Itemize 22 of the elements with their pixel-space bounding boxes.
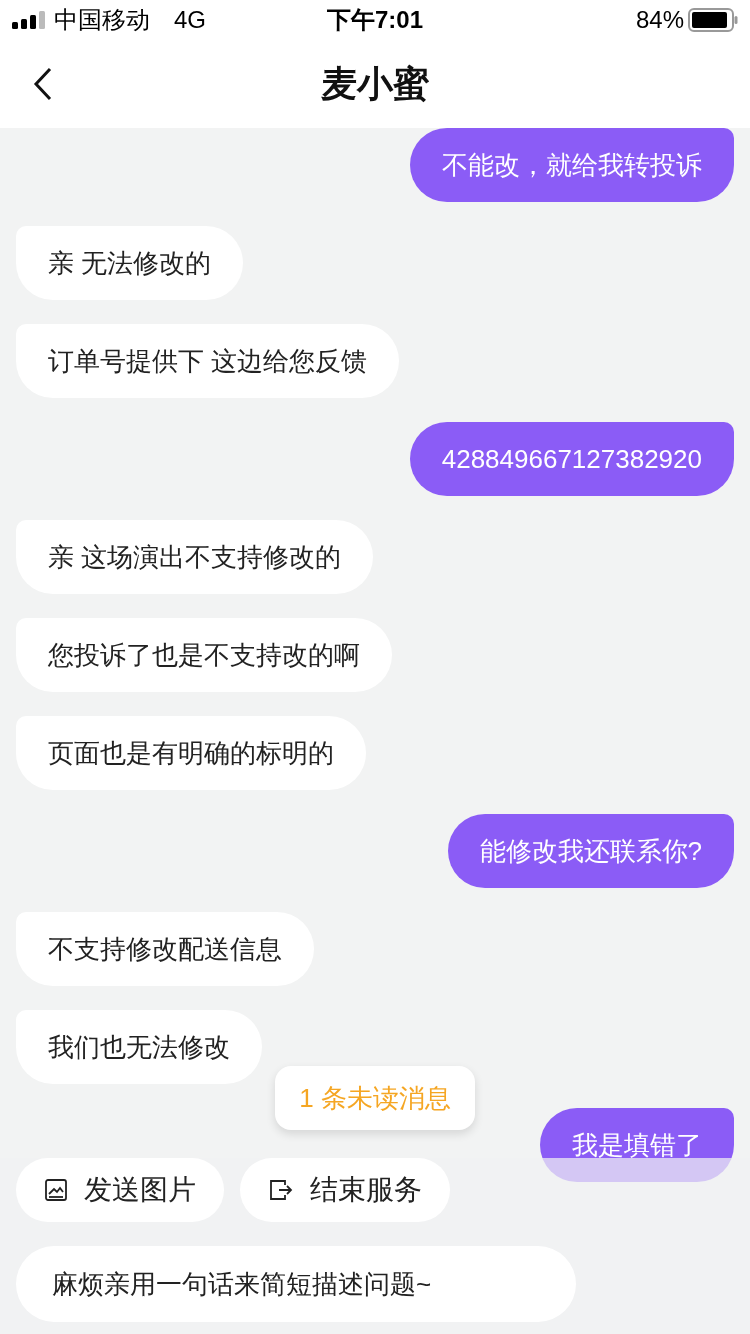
message-input[interactable]: 麻烦亲用一句话来简短描述问题~ xyxy=(16,1246,576,1322)
quick-action-button[interactable]: 结束服务 xyxy=(240,1158,450,1222)
agent-message: 我们也无法修改 xyxy=(16,1010,262,1084)
agent-message: 订单号提供下 这边给您反馈 xyxy=(16,324,400,398)
quick-action-button[interactable]: 发送图片 xyxy=(16,1158,224,1222)
agent-message: 亲 无法修改的 xyxy=(16,226,244,300)
user-message: 能修改我还联系你? xyxy=(447,814,734,888)
agent-message: 不支持修改配送信息 xyxy=(16,912,314,986)
battery-icon xyxy=(688,8,738,32)
user-message: 428849667127382920 xyxy=(409,422,734,496)
image-icon xyxy=(44,1178,68,1202)
battery-percent: 84% xyxy=(635,5,684,35)
signal-icon xyxy=(12,11,46,29)
status-time: 下午7:01 xyxy=(326,5,423,35)
network-type: 4G xyxy=(174,5,206,35)
chat-title: 麦小蜜 xyxy=(321,62,429,106)
carrier-name: 中国移动 xyxy=(54,5,150,35)
exit-icon xyxy=(268,1178,294,1202)
agent-message: 亲 这场演出不支持修改的 xyxy=(16,520,374,594)
agent-message: 页面也是有明确的标明的 xyxy=(16,716,366,790)
user-message: 不能改，就给我转投诉 xyxy=(410,128,734,202)
agent-message: 您投诉了也是不支持改的啊 xyxy=(16,618,392,692)
